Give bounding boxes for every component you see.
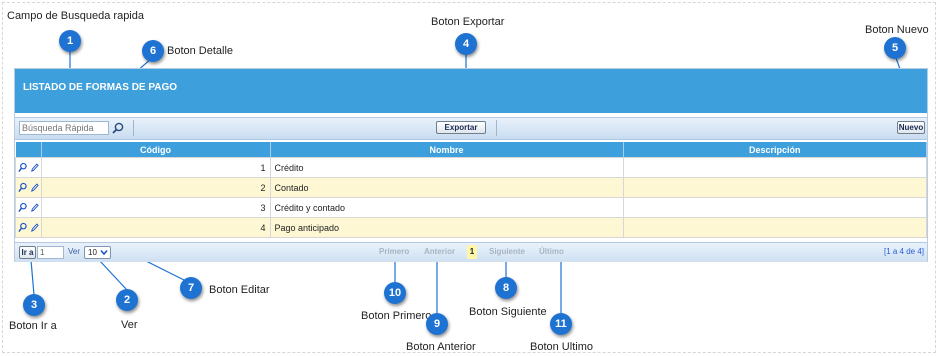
cell-descripcion (622, 217, 928, 238)
callout-badge-5: 5 (884, 37, 906, 59)
callout-badge-10: 10 (384, 282, 406, 304)
callout-badge-2: 2 (116, 289, 138, 311)
cell-descripcion (622, 197, 928, 218)
toolbar-separator (496, 120, 497, 136)
payment-methods-table: Código Nombre Descripción 1 Crédito 2 Co… (15, 142, 928, 238)
last-page-button[interactable]: Último (539, 247, 564, 256)
actions-header (15, 142, 42, 158)
callout-boton-detalle: Boton Detalle (167, 45, 234, 57)
export-button[interactable]: Exportar (436, 121, 486, 134)
page-number-input[interactable] (37, 246, 64, 259)
callout-badge-8: 8 (495, 277, 517, 299)
callout-badge-6: 6 (142, 40, 164, 62)
callout-badge-9: 9 (426, 313, 448, 335)
toolbar-separator (133, 120, 134, 136)
magnifier-icon[interactable] (18, 182, 27, 193)
cell-codigo: 3 (40, 197, 271, 218)
cell-nombre: Contado (269, 177, 624, 198)
pencil-icon[interactable] (30, 222, 39, 233)
callout-boton-ir-a: Boton Ir a (9, 320, 57, 332)
column-header-codigo[interactable]: Código (41, 142, 271, 158)
per-page-select[interactable]: 10 (84, 246, 111, 259)
callout-badge-3: 3 (23, 294, 45, 316)
pencil-icon[interactable] (30, 182, 39, 193)
table-row[interactable]: 4 Pago anticipado (15, 217, 928, 238)
callout-boton-anterior: Boton Anterior (406, 341, 476, 353)
callout-boton-exportar: Boton Exportar (431, 16, 505, 28)
cell-nombre: Pago anticipado (269, 217, 624, 238)
go-to-page-button[interactable]: Ir a (19, 246, 36, 259)
callout-badge-7: 7 (180, 277, 202, 299)
row-actions (15, 177, 42, 198)
callout-badge-1: 1 (59, 30, 81, 52)
cell-nombre: Crédito (269, 157, 624, 178)
table-row[interactable]: 3 Crédito y contado (15, 197, 928, 218)
next-page-button[interactable]: Siguiente (489, 247, 525, 256)
callout-boton-nuevo: Boton Nuevo (865, 24, 929, 36)
magnifier-icon[interactable] (18, 222, 27, 233)
panel-title-bar: LISTADO DE FORMAS DE PAGO (15, 69, 927, 113)
callout-boton-primero: Boton Primero (361, 310, 432, 322)
table-row[interactable]: 1 Crédito (15, 157, 928, 178)
column-header-nombre[interactable]: Nombre (270, 142, 624, 158)
callout-boton-siguiente: Boton Siguiente (469, 306, 547, 318)
quick-search-input[interactable] (19, 121, 109, 135)
cell-codigo: 1 (40, 157, 271, 178)
callout-boton-ultimo: Boton Ultimo (530, 341, 593, 353)
chevron-down-icon (100, 249, 108, 256)
callout-ver: Ver (121, 319, 138, 331)
row-actions (15, 217, 42, 238)
cell-descripcion (622, 177, 928, 198)
magnifier-icon[interactable] (18, 202, 27, 213)
callout-campo-busqueda: Campo de Busqueda rapida (7, 10, 144, 22)
callout-boton-editar: Boton Editar (209, 284, 270, 296)
new-button[interactable]: Nuevo (897, 121, 925, 134)
magnifier-icon (112, 122, 124, 134)
pencil-icon[interactable] (30, 202, 39, 213)
cell-codigo: 2 (40, 177, 271, 198)
row-actions (15, 197, 42, 218)
records-range: [1 a 4 de 4] (883, 247, 924, 256)
cell-codigo: 4 (40, 217, 271, 238)
first-page-button[interactable]: Primero (379, 247, 409, 256)
panel-title: LISTADO DE FORMAS DE PAGO (23, 82, 178, 93)
cell-descripcion (622, 157, 928, 178)
per-page-label: Ver (68, 247, 81, 256)
payment-methods-panel: LISTADO DE FORMAS DE PAGO Exportar Nuevo… (14, 68, 928, 262)
search-button[interactable] (110, 121, 126, 135)
toolbar: Exportar Nuevo (15, 117, 927, 140)
column-header-descripcion[interactable]: Descripción (623, 142, 928, 158)
magnifier-icon[interactable] (18, 162, 27, 173)
previous-page-button[interactable]: Anterior (424, 247, 455, 256)
per-page-value: 10 (88, 248, 97, 257)
callout-badge-4: 4 (455, 33, 477, 55)
current-page-indicator: 1 (467, 245, 477, 259)
pencil-icon[interactable] (30, 162, 39, 173)
pager-bar: Ir a Ver 10 Primero Anterior 1 Siguiente… (15, 242, 927, 262)
callout-badge-11: 11 (550, 313, 572, 335)
table-row[interactable]: 2 Contado (15, 177, 928, 198)
table-header-row: Código Nombre Descripción (15, 142, 928, 158)
cell-nombre: Crédito y contado (269, 197, 624, 218)
row-actions (15, 157, 42, 178)
